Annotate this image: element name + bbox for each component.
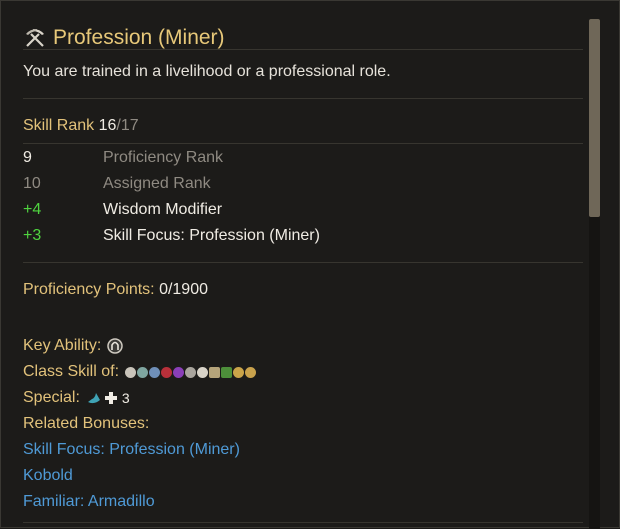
special-value: 3 <box>121 390 130 406</box>
breakdown-label: Assigned Rank <box>103 175 211 192</box>
divider <box>23 262 583 263</box>
class-icon-8[interactable] <box>209 366 221 378</box>
class-icon-5[interactable] <box>173 366 185 378</box>
proficiency-points-label: Proficiency Points: <box>23 281 155 298</box>
skill-rank-current: 16 <box>98 117 117 134</box>
skill-description: You are trained in a livelihood or a pro… <box>23 63 391 80</box>
special-row: Special: 3 <box>23 385 256 411</box>
related-bonus-link[interactable]: Skill Focus: Profession (Miner) <box>23 437 256 463</box>
class-icon-3[interactable] <box>149 366 161 378</box>
skill-tooltip-panel: Profession (Miner) You are trained in a … <box>0 0 620 529</box>
crossed-pickaxes-icon <box>26 29 44 47</box>
class-icon-4[interactable] <box>161 366 173 378</box>
proficiency-points-value: 0/1900 <box>159 281 208 298</box>
breakdown-value: +3 <box>23 227 42 244</box>
related-bonus-text[interactable]: Skill Focus: Profession (Miner) <box>23 441 240 459</box>
tooltip-title: Profession (Miner) <box>53 26 225 49</box>
related-bonus-link[interactable]: Familiar: Armadillo <box>23 489 256 515</box>
proficiency-points-row: Proficiency Points: 0/1900 <box>23 281 208 299</box>
related-bonuses-label: Related Bonuses: <box>23 415 150 432</box>
related-bonuses-header: Related Bonuses: <box>23 411 256 437</box>
breakdown-label: Proficiency Rank <box>103 149 224 166</box>
divider <box>23 143 583 144</box>
class-skill-row: Class Skill of: <box>23 359 257 385</box>
skill-info: Key Ability: Class Skill of: Special: 3 … <box>23 333 257 515</box>
related-bonus-text[interactable]: Kobold <box>23 467 73 485</box>
related-bonus-text[interactable]: Familiar: Armadillo <box>23 493 155 511</box>
key-ability-row: Key Ability: <box>23 333 256 359</box>
breakdown-value: 9 <box>23 149 32 166</box>
class-icon-6[interactable] <box>185 366 197 378</box>
skill-rank-label: Skill Rank <box>23 117 95 134</box>
skill-rank-max: /17 <box>116 117 139 134</box>
breakdown-label: Wisdom Modifier <box>103 201 223 218</box>
breakdown-label: Skill Focus: Profession (Miner) <box>103 227 320 244</box>
key-ability-label: Key Ability: <box>23 337 102 354</box>
related-bonus-link[interactable]: Kobold <box>23 463 256 489</box>
class-icon-2[interactable] <box>137 366 149 378</box>
breakdown-value: +4 <box>23 201 42 218</box>
class-icon-9[interactable] <box>221 366 233 378</box>
special-ability-icon[interactable] <box>86 391 102 405</box>
skill-rank-row: Skill Rank 16/17 <box>23 117 139 135</box>
class-skill-label: Class Skill of: <box>23 363 120 380</box>
class-icon-7[interactable] <box>197 366 209 378</box>
class-icon-1[interactable] <box>125 366 137 378</box>
class-icon-11[interactable] <box>245 366 257 378</box>
divider <box>23 98 583 99</box>
divider <box>23 49 583 50</box>
wisdom-ability-icon[interactable] <box>107 338 124 354</box>
class-icon-10[interactable] <box>233 366 245 378</box>
scrollbar-thumb[interactable] <box>589 19 600 217</box>
breakdown-value: 10 <box>23 175 41 192</box>
divider <box>23 522 583 523</box>
plus-icon <box>104 392 117 404</box>
special-label: Special: <box>23 389 80 406</box>
